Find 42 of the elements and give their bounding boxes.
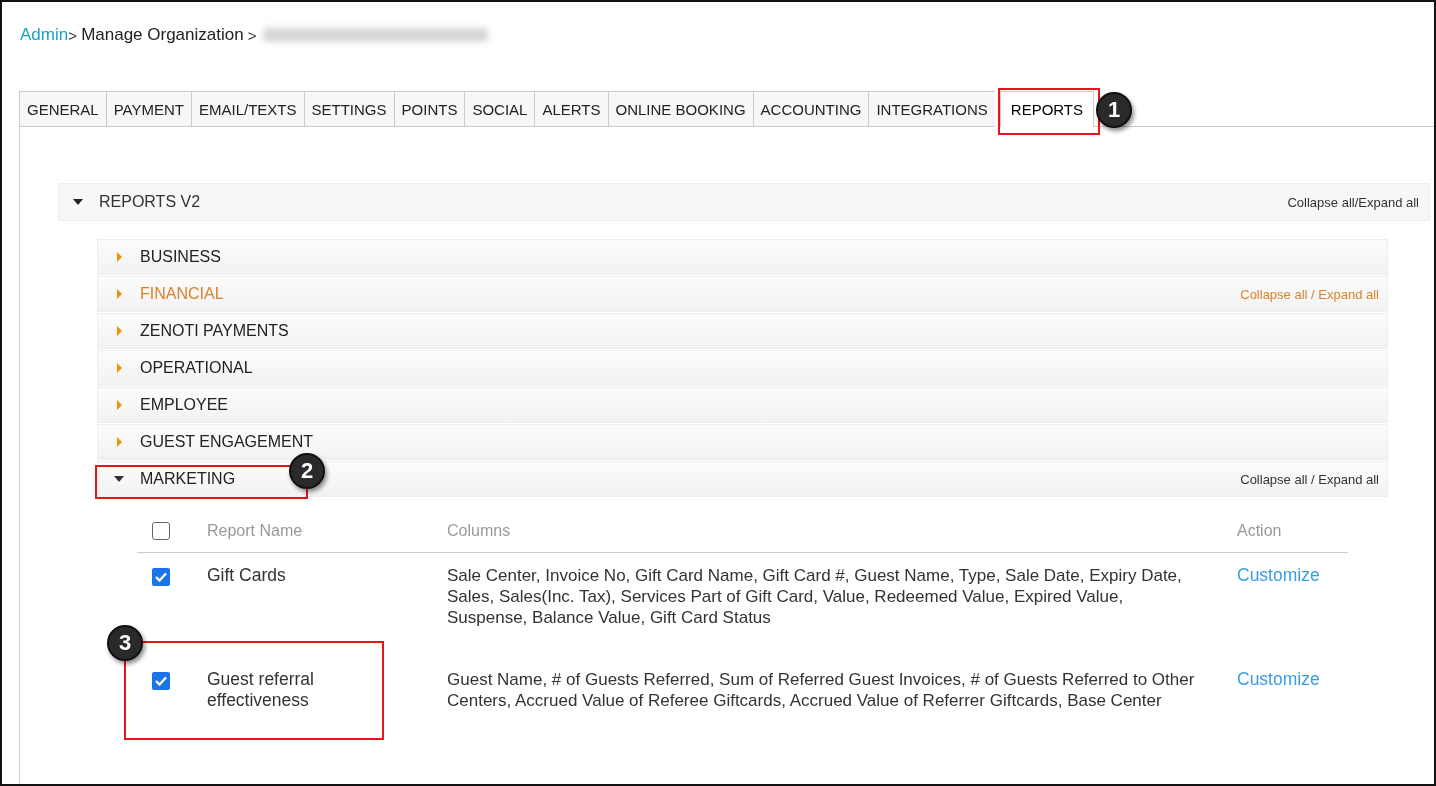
panel-title: REPORTS V2 [99,193,201,211]
section-title: FINANCIAL [140,285,224,303]
tab[interactable]: REPORTS [999,91,1095,127]
section-title: ZENOTI PAYMENTS [140,322,289,340]
breadcrumb-separator: > [246,26,257,44]
step-badge: 1 [1096,92,1133,128]
tab[interactable]: ALERTS [534,91,608,127]
column-header: Columns [447,522,511,539]
tab[interactable]: SOCIAL [464,91,535,127]
tab[interactable]: POINTS [393,91,465,127]
step-badge: 3 [107,625,143,661]
breadcrumb-separator: > [68,26,78,44]
section-title: BUSINESS [140,248,221,266]
column-header: Action [1237,522,1282,539]
section-title: EMPLOYEE [140,396,229,414]
tab[interactable]: INTEGRATIONS [868,91,995,127]
section-header[interactable]: ZENOTI PAYMENTS [97,313,1388,349]
section-title: OPERATIONAL [140,359,253,377]
checkbox[interactable] [152,672,170,690]
report-name: Guest referral effectiveness [207,669,314,710]
checkbox[interactable] [152,568,170,586]
tab[interactable]: EMAIL/TEXTS [191,91,304,127]
tab[interactable]: GENERAL [19,91,106,127]
section-header[interactable]: GUEST ENGAGEMENT [97,424,1388,460]
report-columns-text: Sale Center, Invoice No, Gift Card Name, Gift Card #, Guest Name, Type, Sale Date, Expiry Date, Sales, Sales(Inc. Tax), Services Part of Gift Card, Value, Redeemed Value, Expired Value, Suspense, Balance Value, Gift Card Status [447,566,1182,627]
section-title: GUEST ENGAGEMENT [140,433,314,451]
tab[interactable]: PAYMENT [105,91,191,127]
section-header[interactable]: EMPLOYEE [97,387,1388,423]
report-columns-text: Guest Name, # of Guests Referred, Sum of Referred Guest Invoices, # of Guests Referred to Other Centers, Accrued Value of Referee Giftcards, Accrued Value of Referrer Giftcards, Base Center [447,670,1195,710]
tab[interactable]: ACCOUNTING [752,91,869,127]
collapse-expand-link[interactable]: Collapse all/Expand all [1287,194,1419,210]
section-header[interactable]: OPERATIONAL [97,350,1388,386]
tab[interactable]: ONLINE BOOKING [607,91,753,127]
section-title: MARKETING [140,470,236,488]
checkbox[interactable] [152,522,170,540]
panel-header[interactable]: REPORTS V2 Collapse all/Expand all [58,183,1430,221]
report-name: Gift Cards [207,565,286,585]
breadcrumb-item: Manage Organization [81,25,244,45]
tab[interactable]: SETTINGS [303,91,394,127]
column-header: Report Name [207,522,303,539]
collapse-expand-link[interactable]: Collapse all / Expand all [1240,471,1379,487]
section-header[interactable]: BUSINESS [97,239,1388,275]
